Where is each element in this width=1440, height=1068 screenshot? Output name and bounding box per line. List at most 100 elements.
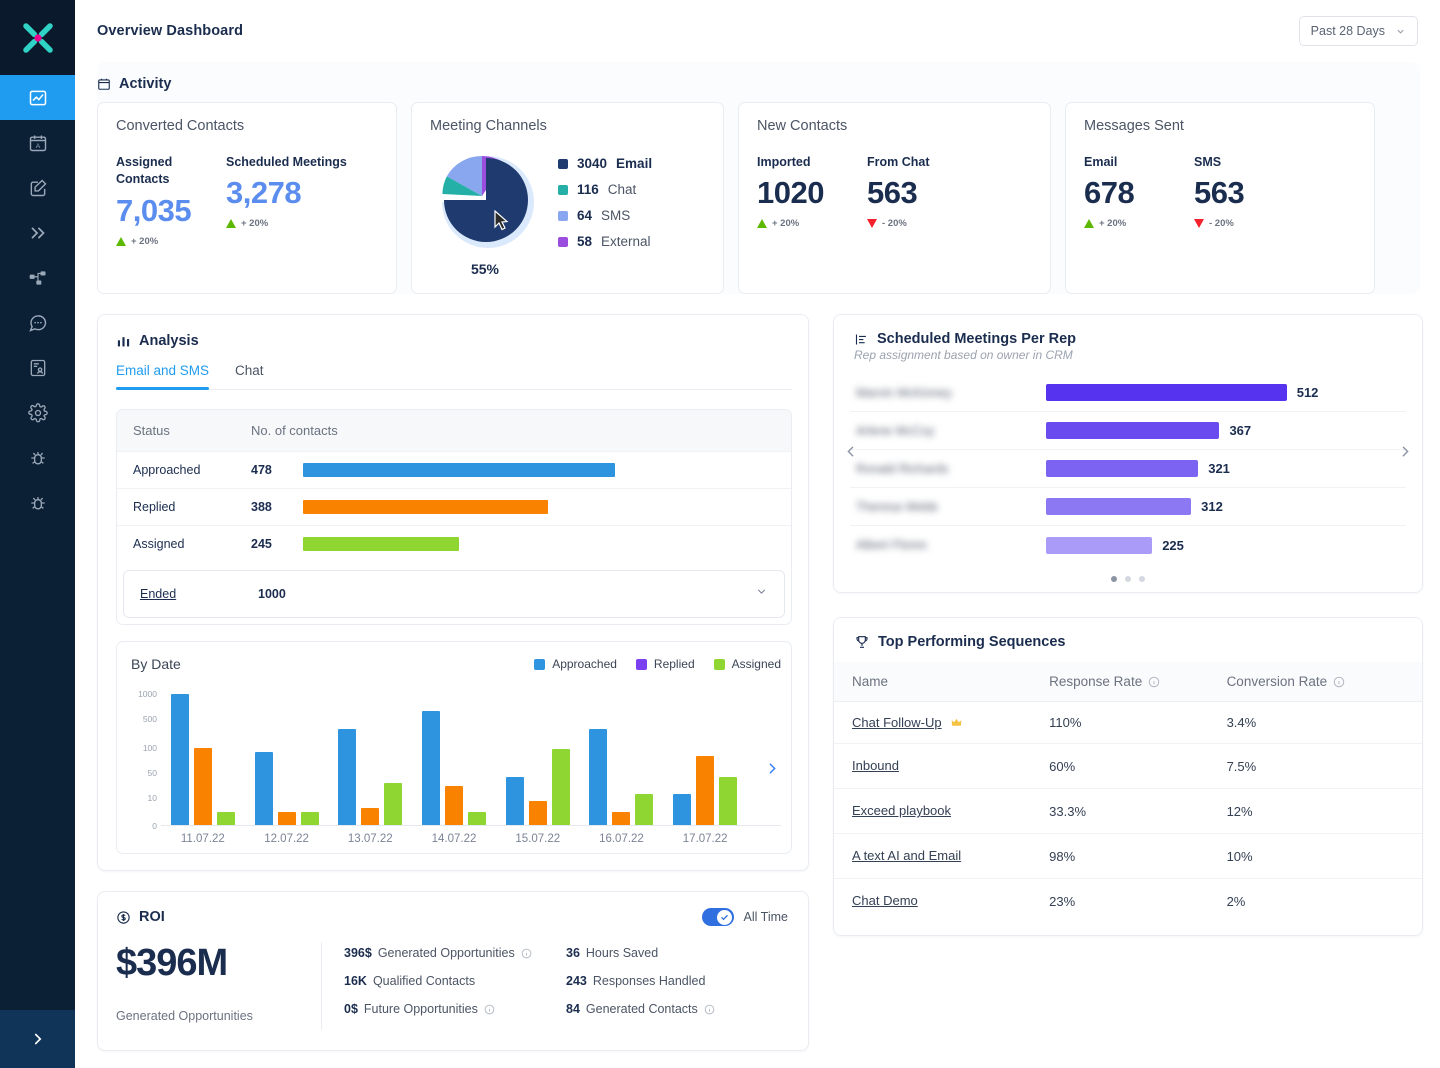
sidebar-item-dashboard[interactable] [0, 75, 75, 120]
table-header: Status No. of contacts [117, 410, 791, 451]
sidebar-item-compose[interactable] [0, 165, 75, 210]
legend-swatch-replied [636, 659, 647, 670]
rep-row: Theresa Webb 312 [850, 488, 1406, 526]
rep-name: Albert Flores [856, 538, 1046, 552]
reps-prev-button[interactable] [842, 443, 859, 465]
chevron-right-icon [1397, 443, 1414, 460]
tab-email-and-sms[interactable]: Email and SMS [116, 363, 209, 389]
pie-chart[interactable]: 55% [430, 148, 540, 277]
legend-item[interactable]: 64 SMS [558, 208, 652, 223]
rep-bar [1046, 422, 1219, 439]
row-bar-slot [283, 537, 775, 551]
sidebar-item-contacts[interactable] [0, 345, 75, 390]
stat-value: 243 [566, 974, 587, 988]
sidebar-item-debug-2[interactable] [0, 480, 75, 525]
row-count: 478 [251, 463, 283, 477]
roi-stats-column-2: 36 Hours Saved 243 Responses Handled 84 [566, 946, 788, 1030]
sidebar-item-calendar[interactable]: A [0, 120, 75, 165]
sequence-conversion-rate: 3.4% [1227, 715, 1404, 730]
metric-value: 1020 [757, 175, 867, 211]
bar-replied [696, 756, 714, 825]
sequence-name-link[interactable]: Chat Demo [852, 893, 918, 908]
carousel-dot[interactable] [1111, 576, 1117, 582]
bar-replied [278, 812, 296, 825]
info-icon[interactable] [1333, 676, 1345, 688]
legend-item[interactable]: Assigned [714, 657, 781, 671]
legend-swatch-external [558, 237, 568, 247]
info-icon[interactable] [521, 948, 532, 959]
rep-value: 367 [1229, 423, 1251, 438]
ended-row[interactable]: Ended 1000 [123, 570, 785, 618]
legend-item[interactable]: 116 Chat [558, 182, 652, 197]
date-range-selector[interactable]: Past 28 Days [1299, 16, 1418, 46]
bar-assigned [552, 749, 570, 825]
top-bar: Overview Dashboard Past 28 Days [75, 0, 1440, 62]
x-tick: 14.07.22 [412, 833, 496, 845]
x-tick: 12.07.22 [245, 833, 329, 845]
table-row: A text AI and Email 98% 10% [834, 834, 1422, 879]
sidebar-expand-button[interactable] [0, 1010, 75, 1068]
info-icon[interactable] [704, 1004, 715, 1015]
trend-down-icon [1194, 219, 1204, 228]
row-count: 245 [251, 537, 283, 551]
legend-item[interactable]: Approached [534, 657, 617, 671]
x-tick: 17.07.22 [663, 833, 747, 845]
metric-label: Assigned Contacts [116, 154, 226, 189]
sidebar-item-settings[interactable] [0, 390, 75, 435]
trend-up-icon [757, 219, 767, 228]
bar-approached [589, 729, 607, 825]
row-bar [303, 463, 615, 477]
ended-label[interactable]: Ended [140, 587, 258, 601]
sidebar-item-sequences[interactable] [0, 210, 75, 255]
reps-title-group: Scheduled Meetings Per Rep [854, 331, 1402, 347]
ended-expand-button[interactable] [755, 585, 768, 603]
sidebar: A [0, 0, 75, 1068]
row-bar [303, 537, 459, 551]
reps-next-button[interactable] [1397, 443, 1414, 465]
right-column: Scheduled Meetings Per Rep Rep assignmen… [833, 314, 1423, 936]
stat-value: 36 [566, 946, 580, 960]
legend-item[interactable]: 58 External [558, 234, 652, 249]
carousel-dots [834, 576, 1422, 582]
metric-from-chat: From Chat 563 - 20% [867, 154, 930, 229]
pie-center-label: 55% [430, 261, 540, 277]
roi-all-time-toggle[interactable]: All Time [702, 908, 788, 926]
activity-title: Activity [119, 76, 171, 92]
metric-delta: + 20% [226, 218, 347, 229]
tab-chat[interactable]: Chat [235, 363, 264, 389]
chart-next-button[interactable] [764, 760, 781, 782]
sequences-panel: Top Performing Sequences Name Response R… [833, 617, 1423, 936]
carousel-dot[interactable] [1139, 576, 1145, 582]
sidebar-item-debug-1[interactable] [0, 435, 75, 480]
sequence-name-link[interactable]: Exceed playbook [852, 803, 951, 818]
legend-item[interactable]: Replied [636, 657, 695, 671]
x-axis: 11.07.22 12.07.22 13.07.22 14.07.22 15.0… [161, 833, 781, 845]
toggle-switch[interactable] [702, 908, 734, 926]
metric-label: From Chat [867, 154, 930, 171]
legend-swatch-sms [558, 211, 568, 221]
legend-label: Chat [608, 182, 637, 197]
sidebar-item-chat[interactable] [0, 300, 75, 345]
bar-approached [338, 729, 356, 825]
sequence-conversion-rate: 10% [1227, 849, 1404, 864]
carousel-dot[interactable] [1125, 576, 1131, 582]
sidebar-item-workflows[interactable] [0, 255, 75, 300]
sequence-conversion-rate: 7.5% [1227, 759, 1404, 774]
sequence-name-link[interactable]: Chat Follow-Up [852, 715, 942, 730]
stat-value: 16K [344, 974, 367, 988]
y-tick: 500 [143, 714, 157, 724]
kpi-row: Converted Contacts Assigned Contacts 7,0… [97, 102, 1420, 294]
date-range-label: Past 28 Days [1311, 24, 1385, 38]
sequence-name-link[interactable]: Inbound [852, 758, 899, 773]
legend-item[interactable]: 3040 Email [558, 156, 652, 171]
app-logo[interactable] [0, 0, 75, 75]
roi-stat: 84 Generated Contacts [566, 1002, 788, 1016]
info-icon[interactable] [484, 1004, 495, 1015]
roi-stats: 396$ Generated Opportunities 16K Qualifi… [344, 942, 788, 1030]
x-logo-icon [18, 18, 58, 58]
gear-icon [28, 403, 48, 423]
sequence-name-link[interactable]: A text AI and Email [852, 848, 961, 863]
info-icon[interactable] [1148, 676, 1160, 688]
column-header-count: No. of contacts [251, 423, 401, 438]
app-root: A [0, 0, 1440, 1068]
